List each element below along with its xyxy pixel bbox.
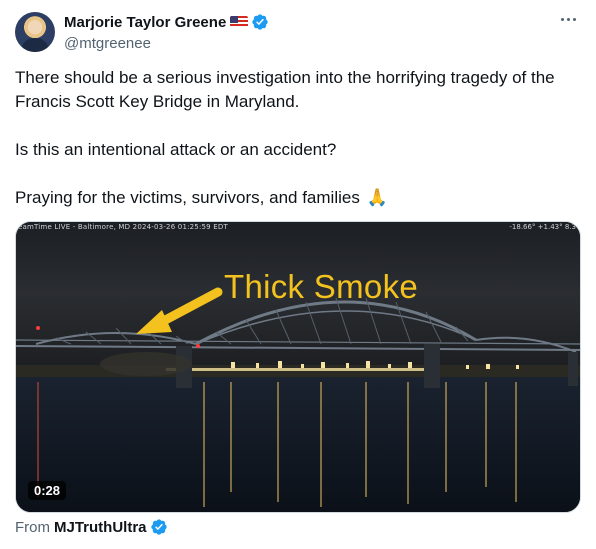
video-caption-overlay: Thick Smoke <box>224 268 419 305</box>
tweet-card: Marjorie Taylor Greene @mtgreenee There … <box>0 0 596 549</box>
author-name-row: Marjorie Taylor Greene <box>64 12 269 32</box>
tweet-paragraph-3-text: Praying for the victims, survivors, and … <box>15 188 360 207</box>
video-duration: 0:28 <box>28 481 67 500</box>
praying-hands-icon: 🙏 <box>366 188 388 207</box>
attribution-source-link[interactable]: MJTruthUltra <box>54 519 147 536</box>
author-display-name[interactable]: Marjorie Taylor Greene <box>64 14 226 31</box>
stream-label: eamTime LIVE - Baltimore, MD 2024-03-26 … <box>18 223 228 231</box>
verified-badge-icon <box>252 14 268 30</box>
tweet-text: There should be a serious investigation … <box>15 66 585 210</box>
tweet-paragraph-2: Is this an intentional attack or an acci… <box>15 140 337 159</box>
video-player[interactable]: eamTime LIVE - Baltimore, MD 2024-03-26 … <box>15 221 581 513</box>
more-dot <box>573 18 576 21</box>
video-frame <box>16 222 580 512</box>
author-avatar[interactable] <box>15 12 55 52</box>
attribution-prefix: From <box>15 518 50 536</box>
red-light <box>36 326 40 330</box>
media-attribution: From MJTruthUltra <box>15 518 168 536</box>
more-options-icon[interactable] <box>559 14 578 25</box>
tweet-paragraph-1: There should be a serious investigation … <box>15 68 555 111</box>
verified-badge-icon <box>150 519 167 535</box>
author-block: Marjorie Taylor Greene @mtgreenee <box>64 12 269 52</box>
tweet-paragraph-3: Praying for the victims, survivors, and … <box>15 186 585 210</box>
red-light <box>196 344 200 348</box>
more-dot <box>567 18 570 21</box>
smoke-cloud <box>100 352 192 376</box>
author-handle[interactable]: @mtgreenee <box>64 35 269 52</box>
stream-stats: -18.66° +1.43° 8.3 <box>509 223 576 231</box>
more-dot <box>561 18 564 21</box>
water <box>16 372 580 512</box>
us-flag-icon <box>230 16 249 28</box>
